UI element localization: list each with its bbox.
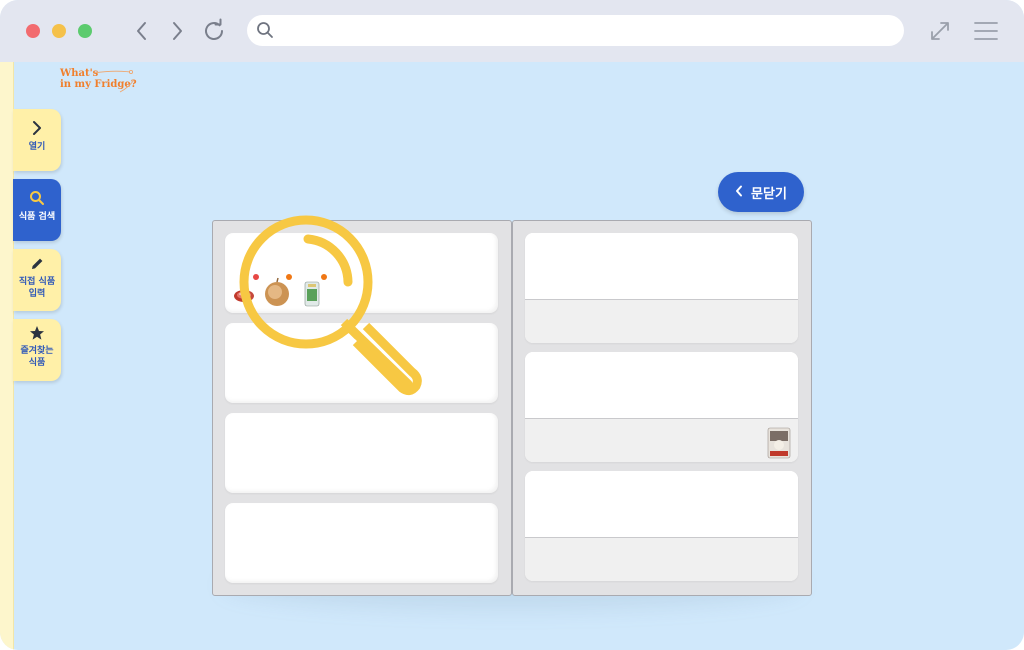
chevron-right-icon xyxy=(31,119,43,137)
star-icon xyxy=(29,324,45,342)
expand-icon xyxy=(931,22,949,40)
shelf-bin xyxy=(525,538,798,581)
close-window-button[interactable] xyxy=(26,24,40,38)
address-bar[interactable] xyxy=(247,15,904,46)
sidebar-item-label: 식품 검색 xyxy=(18,212,56,222)
shelf-top xyxy=(525,352,798,419)
minimize-window-button[interactable] xyxy=(52,24,66,38)
menu-icon xyxy=(974,22,998,40)
close-door-label: 문닫기 xyxy=(751,186,787,202)
chevron-right-icon xyxy=(173,22,182,40)
food-item-packaged-food[interactable] xyxy=(767,427,791,462)
back-button[interactable] xyxy=(129,18,155,44)
fridge-door-shelf[interactable] xyxy=(525,233,798,343)
pencil-icon xyxy=(29,255,45,273)
address-input[interactable] xyxy=(283,19,887,43)
label-line2: 입력 xyxy=(28,289,46,299)
forward-button[interactable] xyxy=(164,18,190,44)
shelf-top xyxy=(525,471,798,538)
browser-toolbar xyxy=(0,0,1024,62)
magnifier-icon xyxy=(239,215,422,396)
sidebar-item-open[interactable]: 열기 xyxy=(13,109,61,171)
label-line2: 식품 xyxy=(28,358,46,368)
maximize-window-button[interactable] xyxy=(78,24,92,38)
fridge-door-shelf[interactable] xyxy=(525,352,798,462)
sidebar-item-label: 직접 식품 입력 xyxy=(13,276,61,300)
shelf-bin xyxy=(525,300,798,343)
fridge-right-door xyxy=(512,220,812,596)
sidebar-item-favorites[interactable]: 즐겨찾는 식품 xyxy=(13,319,61,381)
sidebar-item-label: 열기 xyxy=(28,142,46,152)
expand-button[interactable] xyxy=(927,18,953,44)
sidebar-item-manual-input[interactable]: 직접 식품 입력 xyxy=(13,249,61,311)
reload-icon xyxy=(205,18,223,40)
logo-decoration xyxy=(93,70,135,93)
fridge-door-shelf[interactable] xyxy=(525,471,798,581)
search-icon xyxy=(29,189,45,207)
label-line1: 즐겨찾는 xyxy=(20,346,54,356)
shelf-bin xyxy=(525,419,798,462)
sidebar-item-label: 즐겨찾는 식품 xyxy=(13,345,61,369)
chevron-left-icon xyxy=(137,22,146,40)
browser-window: What's in my Fridge? 열기 식품 검색 직접 식품 입력 즐… xyxy=(0,0,1024,650)
label-line1: 직접 식품 xyxy=(18,277,56,287)
fridge-shelf[interactable] xyxy=(225,503,498,583)
app-logo[interactable]: What's in my Fridge? xyxy=(58,66,138,96)
search-icon xyxy=(256,21,274,43)
shelf-top xyxy=(525,233,798,300)
sidebar-item-food-search[interactable]: 식품 검색 xyxy=(13,179,61,241)
fridge-shelf[interactable] xyxy=(225,413,498,493)
menu-button[interactable] xyxy=(973,18,999,44)
fridge-side-edge xyxy=(0,62,14,650)
reload-button[interactable] xyxy=(201,18,227,44)
package-icon xyxy=(767,427,791,459)
close-door-button[interactable]: 문닫기 xyxy=(718,172,804,212)
chevron-left-icon xyxy=(735,185,743,200)
